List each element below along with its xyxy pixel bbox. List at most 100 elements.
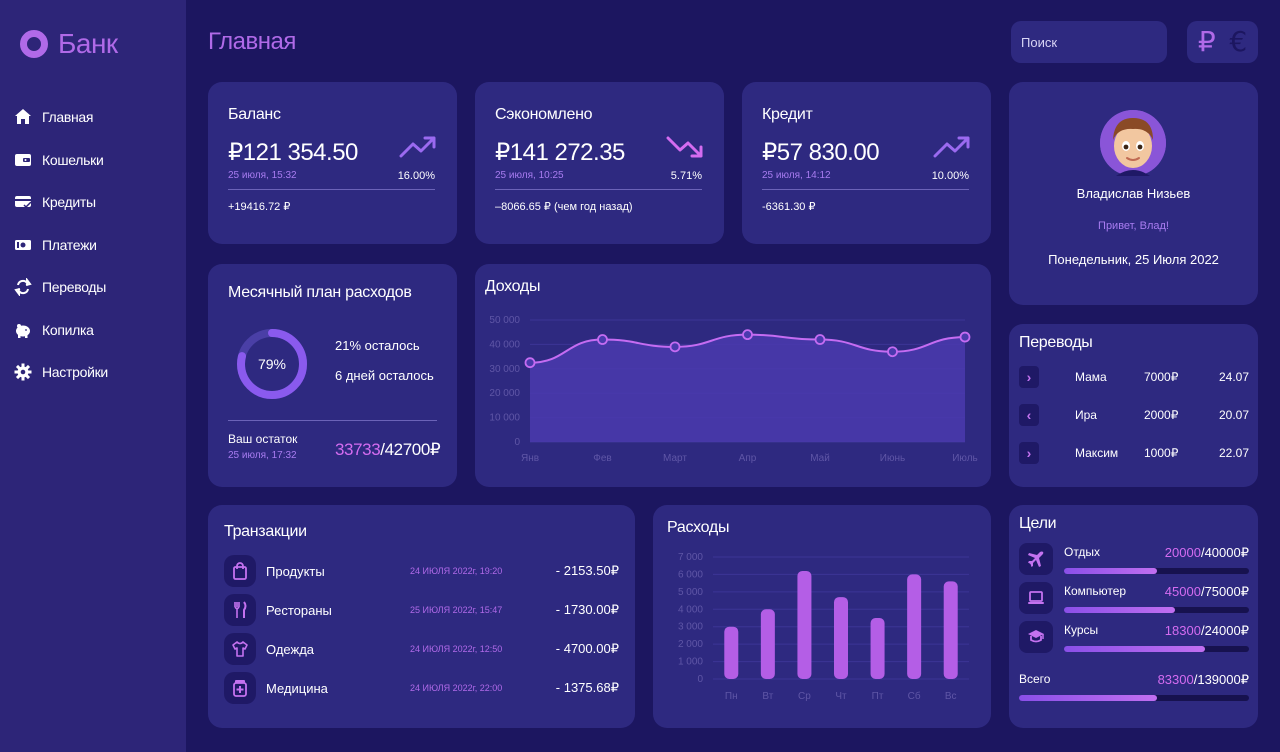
credit-card-icon — [14, 193, 32, 211]
clothes-icon — [224, 633, 256, 665]
income-point — [597, 334, 608, 345]
transfer-amount: 1000₽ — [1144, 446, 1179, 460]
sidebar-item-settings[interactable]: Настройки — [14, 351, 108, 394]
trend-up-icon — [933, 136, 970, 158]
x-tick-label: Чт — [835, 691, 847, 702]
sidebar-item-label: Кредиты — [42, 194, 96, 211]
transaction-date: 24 ИЮЛЯ 2022г, 22:00 — [410, 683, 503, 693]
sidebar-nav: Главная Кошельки Кредиты Платежи Перевод… — [14, 96, 108, 394]
goal-current: 18300 — [1164, 623, 1201, 638]
expense-bar — [834, 597, 848, 679]
transaction-amount: - 4700.00₽ — [555, 641, 619, 656]
balance-card[interactable]: Баланс ₽121 354.50 25 июля, 15:32 16.00%… — [208, 82, 457, 244]
goal-values: 45000/75000₽ — [1165, 584, 1249, 600]
medicine-icon — [224, 672, 256, 704]
sidebar-item-label: Настройки — [42, 364, 108, 381]
x-tick-label: Ср — [798, 691, 811, 702]
transfer-date: 22.07 — [1218, 446, 1249, 460]
sidebar-item-home[interactable]: Главная — [14, 96, 108, 139]
profile-greeting: Привет, Влад! — [1098, 220, 1169, 232]
monthly-plan-card: Месячный план расходов 79% 21% осталось … — [208, 264, 457, 487]
shopping-bag-icon — [224, 555, 256, 587]
avatar[interactable] — [1100, 110, 1166, 176]
sidebar-item-transfers[interactable]: Переводы — [14, 266, 108, 309]
sidebar-item-credits[interactable]: Кредиты — [14, 181, 108, 224]
payments-icon — [14, 236, 32, 254]
gear-icon — [14, 363, 32, 381]
credit-change: -6361.30 ₽ — [762, 201, 816, 213]
transfer-name: Мама — [1075, 370, 1107, 384]
income-point — [887, 346, 898, 358]
transaction-name: Продукты — [266, 563, 325, 579]
goal-total-total: /139000₽ — [1193, 672, 1249, 687]
savings-card[interactable]: Сэкономлено ₽141 272.35 25 июля, 10:25 5… — [475, 82, 724, 244]
x-tick-label: Пн — [725, 691, 738, 702]
x-tick-label: Июль — [952, 453, 978, 464]
transaction-date: 25 ИЮЛЯ 2022г, 15:47 — [410, 605, 503, 615]
x-tick-label: Март — [663, 453, 687, 464]
transaction-row[interactable]: Продукты 24 ИЮЛЯ 2022г, 19:20 - 2153.50₽ — [224, 555, 619, 587]
search-input[interactable] — [1011, 21, 1167, 63]
goal-row[interactable]: Курсы 18300/24000₽ — [1019, 621, 1249, 657]
expense-bar — [760, 609, 775, 679]
balance-change: +19416.72 ₽ — [228, 201, 291, 213]
transfer-icon — [14, 278, 32, 297]
sidebar-item-wallets[interactable]: Кошельки — [14, 139, 108, 182]
trend-up-icon — [399, 136, 436, 158]
logo[interactable]: Банк — [20, 28, 118, 60]
transfer-amount: 7000₽ — [1144, 370, 1179, 384]
goal-row[interactable]: Компьютер 45000/75000₽ — [1019, 582, 1249, 618]
cutlery-icon — [224, 594, 256, 626]
goal-progress-track — [1064, 568, 1249, 574]
x-tick-label: Фев — [593, 453, 611, 464]
goal-name: Компьютер — [1064, 584, 1127, 598]
arrow-right-icon: › — [1019, 366, 1039, 388]
transaction-amount: - 1375.68₽ — [555, 680, 619, 695]
x-tick-label: Июнь — [880, 453, 905, 464]
transaction-date: 24 ИЮЛЯ 2022г, 19:20 — [410, 566, 503, 576]
transaction-amount: - 1730.00₽ — [555, 602, 619, 617]
expense-bar — [907, 574, 922, 679]
goals-card: Цели Отдых 20000/40000₽ Компьютер 45000/… — [1009, 505, 1258, 728]
transaction-row[interactable]: Одежда 24 ИЮЛЯ 2022г, 12:50 - 4700.00₽ — [224, 633, 619, 665]
y-tick-label: 50 000 — [489, 315, 520, 326]
goal-values: 83300/139000₽ — [1158, 672, 1249, 688]
goal-current: 45000 — [1164, 584, 1201, 599]
remaining-title: Ваш остаток — [228, 432, 298, 446]
page-title: Главная — [208, 28, 296, 55]
goal-progress-fill — [1064, 646, 1206, 652]
y-tick-label: 0 — [697, 674, 703, 685]
balance-value: ₽121 354.50 — [228, 139, 358, 166]
income-point — [524, 357, 536, 369]
transaction-row[interactable]: Рестораны 25 ИЮЛЯ 2022г, 15:47 - 1730.00… — [224, 594, 619, 626]
currency-rub-button[interactable]: ₽ — [1198, 21, 1216, 63]
goal-total: /75000₽ — [1200, 584, 1249, 599]
expense-bar — [943, 581, 958, 679]
card-title: Цели — [1019, 515, 1057, 532]
goal-row[interactable]: Отдых 20000/40000₽ — [1019, 543, 1249, 579]
currency-eur-button[interactable]: € — [1229, 21, 1247, 63]
goal-values: 18300/24000₽ — [1165, 623, 1249, 639]
airplane-icon — [1019, 543, 1053, 575]
transfer-row[interactable]: ‹ Ира 2000₽ 20.07 — [1019, 403, 1249, 427]
expenses-chart: 0 1 000 2 000 3 000 4 000 5 000 6 000 7 000 Пн Вт… — [678, 552, 969, 702]
goal-total-row: Всего 83300/139000₽ — [1019, 672, 1249, 708]
sidebar-item-piggy-bank[interactable]: Копилка — [14, 309, 108, 352]
x-tick-label: Вт — [762, 691, 773, 702]
sidebar: Банк Главная Кошельки Кредиты Платежи Пе… — [0, 0, 186, 752]
transactions-card: Транзакции Продукты 24 ИЮЛЯ 2022г, 19:20… — [208, 505, 635, 728]
y-tick-label: 3 000 — [678, 622, 703, 633]
credit-card[interactable]: Кредит ₽57 830.00 25 июля, 14:12 10.00% … — [742, 82, 991, 244]
graduation-cap-icon — [1019, 621, 1053, 653]
laptop-icon — [1019, 582, 1053, 614]
sidebar-item-payments[interactable]: Платежи — [14, 224, 108, 267]
plan-percent: 79% — [257, 356, 287, 372]
card-title: Месячный план расходов — [228, 284, 412, 301]
profile-name: Владислав Низьев — [1076, 186, 1191, 201]
goal-total: /24000₽ — [1200, 623, 1249, 638]
transfer-row[interactable]: › Максим 1000₽ 22.07 — [1019, 441, 1249, 465]
transfer-row[interactable]: › Мама 7000₽ 24.07 — [1019, 365, 1249, 389]
card-title: Переводы — [1019, 334, 1093, 351]
x-tick-label: Сб — [908, 690, 921, 702]
transaction-row[interactable]: Медицина 24 ИЮЛЯ 2022г, 22:00 - 1375.68₽ — [224, 672, 619, 704]
